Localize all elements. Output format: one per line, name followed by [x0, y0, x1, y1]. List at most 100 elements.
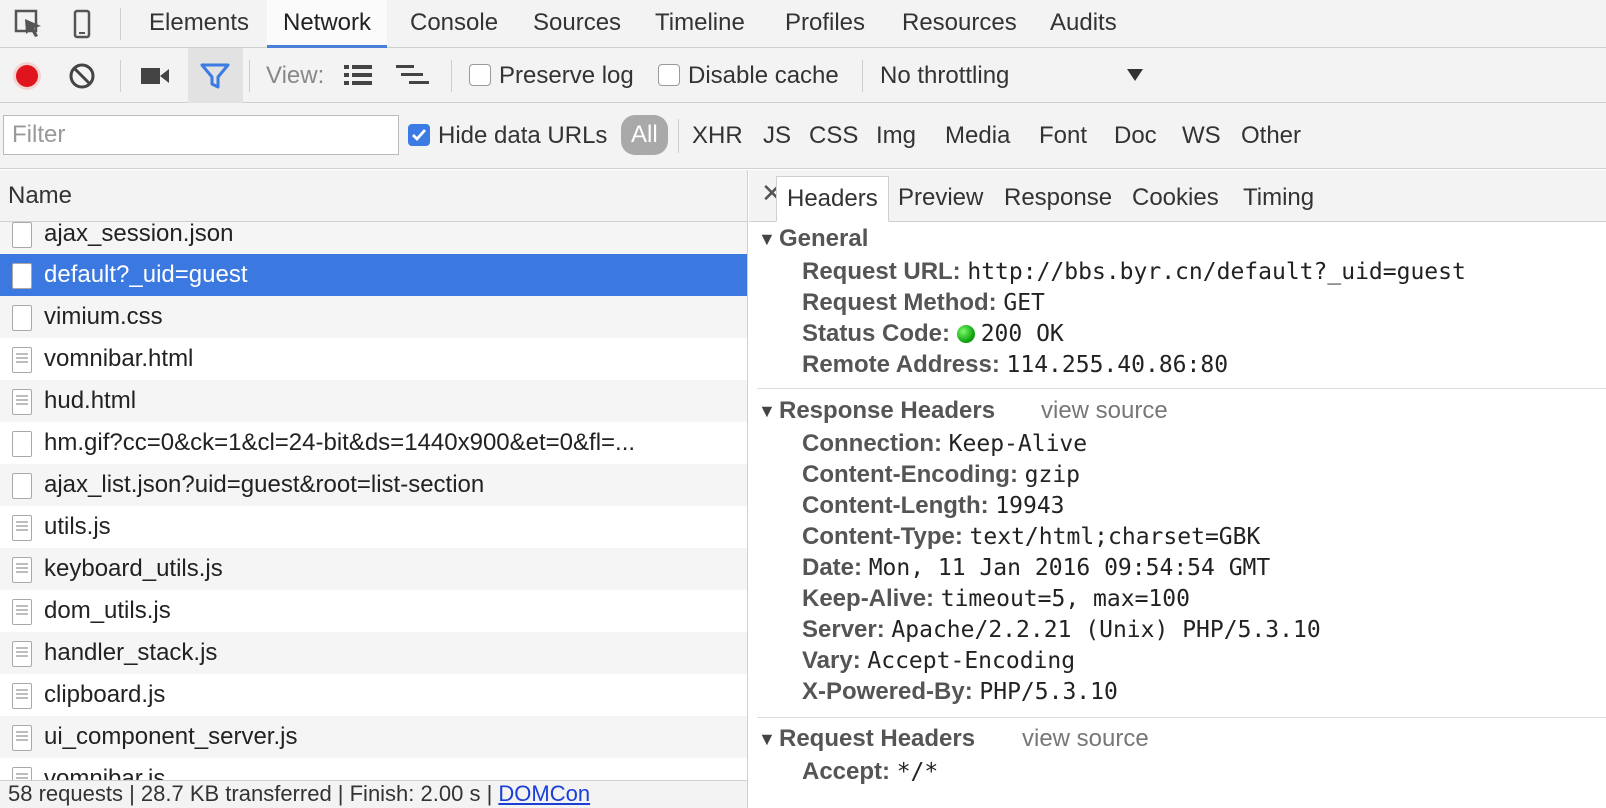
preserve-log-label: Preserve log	[499, 62, 634, 89]
section-title: Request Headers	[779, 725, 976, 752]
document-icon	[12, 389, 32, 415]
request-row[interactable]: clipboard.js	[0, 674, 747, 716]
record-icon[interactable]	[11, 60, 43, 92]
chevron-down-icon[interactable]	[1126, 68, 1144, 82]
type-filter-ws[interactable]: WS	[1182, 103, 1221, 169]
file-icon	[12, 222, 32, 248]
response-headers-toggle[interactable]: ▼ Response Headers view source	[749, 394, 1606, 428]
tab-timeline[interactable]: Timeline	[639, 0, 761, 48]
disable-cache-checkbox[interactable]	[658, 64, 680, 86]
file-icon	[12, 305, 32, 331]
request-row[interactable]: ajax_list.json?uid=guest&root=list-secti…	[0, 464, 747, 506]
clear-icon[interactable]	[68, 62, 96, 90]
hide-data-urls-checkbox[interactable]	[408, 124, 430, 146]
tab-elements[interactable]: Elements	[133, 0, 265, 48]
request-rows: ajax_session.json default?_uid=guest vim…	[0, 222, 747, 800]
request-row[interactable]: ui_component_server.js	[0, 716, 747, 758]
triangle-down-icon: ▼	[758, 401, 776, 421]
type-filter-doc[interactable]: Doc	[1114, 103, 1157, 169]
request-row[interactable]: utils.js	[0, 506, 747, 548]
status-ok-icon	[956, 325, 975, 343]
document-icon	[12, 347, 32, 373]
header-row: Server: Apache/2.2.21 (Unix) PHP/5.3.10	[802, 616, 1321, 643]
header-row: Date: Mon, 11 Jan 2016 09:54:54 GMT	[802, 554, 1271, 581]
header-row: Request URL: http://bbs.byr.cn/default?_…	[802, 258, 1466, 285]
type-filter-img[interactable]: Img	[876, 103, 916, 169]
triangle-down-icon: ▼	[758, 229, 776, 249]
request-details-panel: ✕ Headers Preview Response Cookies Timin…	[749, 170, 1606, 808]
tab-timing[interactable]: Timing	[1233, 176, 1324, 222]
header-row: Accept: */*	[802, 758, 939, 785]
script-icon	[12, 725, 32, 751]
tab-network[interactable]: Network	[267, 0, 388, 48]
request-row[interactable]: hud.html	[0, 380, 747, 422]
triangle-down-icon: ▼	[758, 729, 776, 749]
script-icon	[12, 599, 32, 625]
devtools-tabbar: Elements Network Console Sources Timelin…	[0, 0, 1606, 48]
details-tabbar: ✕ Headers Preview Response Cookies Timin…	[749, 170, 1606, 222]
filter-icon	[200, 63, 230, 89]
view-source-link[interactable]: view source	[1022, 722, 1149, 756]
type-filter-css[interactable]: CSS	[809, 103, 858, 169]
type-filter-xhr[interactable]: XHR	[692, 103, 743, 169]
request-headers-toggle[interactable]: ▼ Request Headers view source	[749, 722, 1606, 756]
response-headers-section: ▼ Response Headers view source Connectio…	[749, 394, 1606, 707]
throttling-select[interactable]: No throttling	[880, 48, 1009, 103]
disable-cache-label: Disable cache	[688, 62, 839, 89]
file-icon	[12, 431, 32, 457]
header-row: Keep-Alive: timeout=5, max=100	[802, 585, 1190, 612]
type-filter-other[interactable]: Other	[1241, 103, 1301, 169]
tab-audits[interactable]: Audits	[1034, 0, 1133, 48]
request-row[interactable]: dom_utils.js	[0, 590, 747, 632]
script-icon	[12, 557, 32, 583]
header-row: Content-Encoding: gzip	[802, 461, 1081, 488]
name-column-header[interactable]: Name	[0, 170, 747, 222]
type-filter-all[interactable]: All	[621, 115, 668, 155]
view-source-link[interactable]: view source	[1041, 394, 1168, 428]
tab-response[interactable]: Response	[994, 176, 1122, 222]
request-row[interactable]: handler_stack.js	[0, 632, 747, 674]
tab-sources[interactable]: Sources	[517, 0, 637, 48]
request-row[interactable]: ajax_session.json	[0, 222, 747, 254]
script-icon	[12, 515, 32, 541]
script-icon	[12, 641, 32, 667]
request-row[interactable]: vimium.css	[0, 296, 747, 338]
tab-profiles[interactable]: Profiles	[769, 0, 881, 48]
divider	[757, 388, 1606, 389]
tab-cookies[interactable]: Cookies	[1122, 176, 1229, 222]
type-filter-js[interactable]: JS	[763, 103, 791, 169]
header-row: Status Code: 200 OK	[802, 320, 1064, 347]
hide-data-urls-label: Hide data URLs	[438, 122, 608, 149]
general-section: ▼ General Request URL: http://bbs.byr.cn…	[749, 222, 1606, 380]
overview-waterfall-icon[interactable]	[395, 64, 431, 88]
tab-console[interactable]: Console	[394, 0, 514, 48]
header-row: Vary: Accept-Encoding	[802, 647, 1076, 674]
capture-screenshots-icon[interactable]	[140, 64, 170, 88]
file-icon	[12, 263, 32, 289]
tab-preview[interactable]: Preview	[888, 176, 993, 222]
filter-bar: Hide data URLs All XHR JS CSS Img Media …	[0, 103, 1606, 169]
request-row[interactable]: hm.gif?cc=0&ck=1&cl=24-bit&ds=1440x900&e…	[0, 422, 747, 464]
filter-toggle-button[interactable]	[188, 48, 243, 103]
preserve-log-checkbox[interactable]	[469, 64, 491, 86]
filter-input[interactable]	[3, 115, 399, 155]
tab-resources[interactable]: Resources	[886, 0, 1033, 48]
request-row-selected[interactable]: default?_uid=guest	[0, 254, 747, 296]
divider	[757, 717, 1606, 718]
device-mode-icon[interactable]	[67, 9, 97, 39]
general-section-toggle[interactable]: ▼ General	[749, 222, 1606, 256]
section-title: General	[779, 225, 869, 252]
type-filter-font[interactable]: Font	[1039, 103, 1087, 169]
request-list-panel: Name ajax_session.json default?_uid=gues…	[0, 170, 748, 808]
domcontentloaded-link[interactable]: DOMCon	[498, 781, 590, 806]
request-row[interactable]: keyboard_utils.js	[0, 548, 747, 590]
tab-headers[interactable]: Headers	[776, 176, 889, 222]
network-toolbar: View: Preserve log Disable cache No thro…	[0, 48, 1606, 103]
type-filter-media[interactable]: Media	[945, 103, 1010, 169]
file-icon	[12, 473, 32, 499]
inspect-element-icon[interactable]	[14, 9, 44, 39]
header-row: Request Method: GET	[802, 289, 1045, 316]
header-row: Content-Type: text/html;charset=GBK	[802, 523, 1261, 550]
request-row[interactable]: vomnibar.html	[0, 338, 747, 380]
large-rows-icon[interactable]	[343, 64, 373, 86]
